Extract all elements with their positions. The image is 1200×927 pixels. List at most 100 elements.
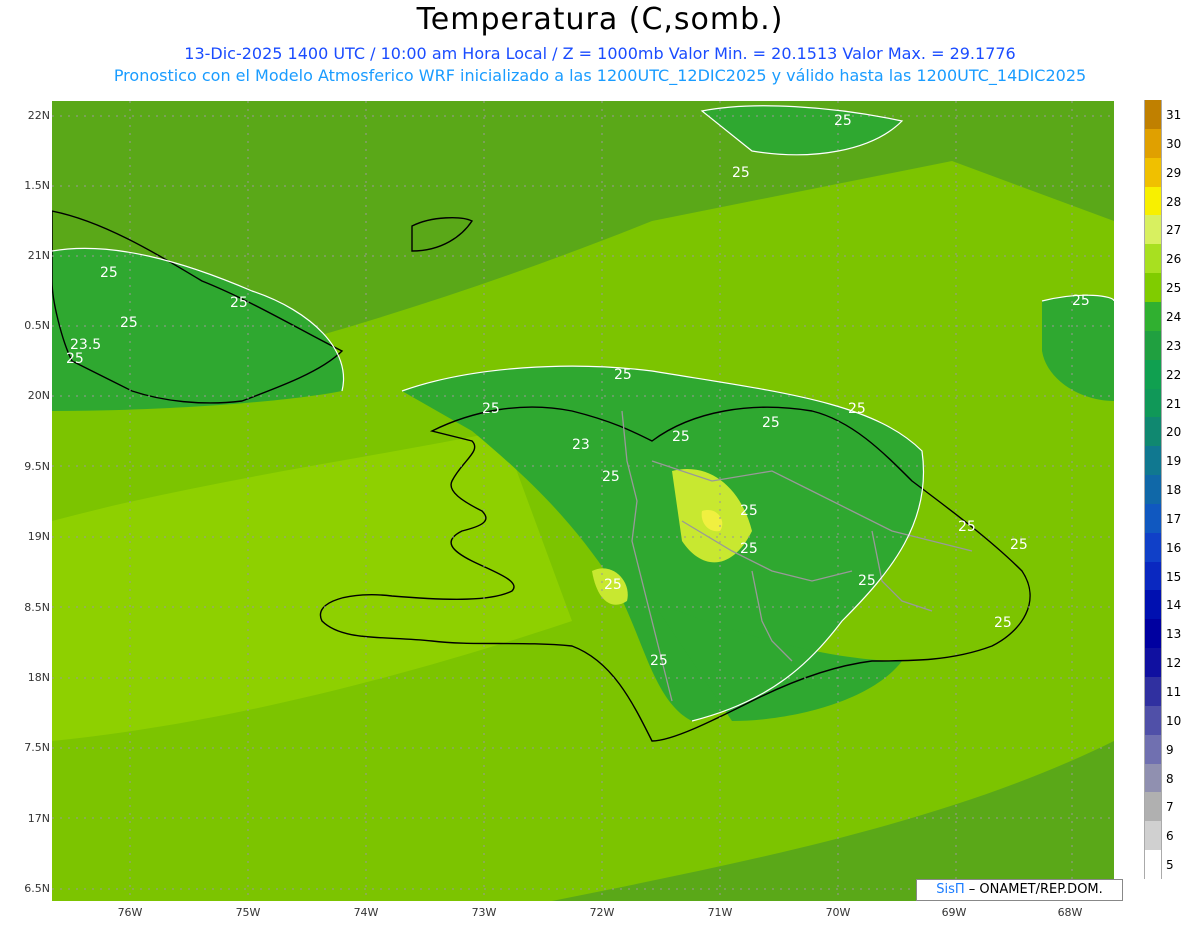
colorbar-label: 27	[1166, 223, 1182, 238]
colorbar-label: 13	[1166, 627, 1182, 642]
contour-label: 25	[740, 541, 758, 557]
colorbar-label: 25	[1166, 281, 1182, 296]
colorbar-swatch	[1144, 157, 1162, 188]
sispi-logo-text: SisΠ	[936, 882, 965, 897]
lat-label: 21N	[27, 249, 50, 262]
contour-label: 25	[120, 315, 138, 331]
lat-label: 19N	[27, 530, 50, 543]
lat-label: 8.5N	[24, 601, 50, 614]
lon-label: 70W	[825, 906, 851, 919]
contour-label: 23.5	[70, 337, 101, 353]
contour-label: 25	[482, 401, 500, 417]
colorbar-swatch	[1144, 677, 1162, 707]
contour-label: 25	[958, 519, 976, 535]
lat-label: 17N	[27, 812, 50, 825]
colorbar-label: 20	[1166, 425, 1182, 440]
lon-label: 68W	[1057, 906, 1083, 919]
colorbar-swatch	[1144, 128, 1162, 159]
colorbar-swatch	[1144, 475, 1162, 505]
map-title: Temperatura (C,somb.)	[416, 2, 784, 37]
contour-label: 23	[572, 437, 590, 453]
colorbar-swatch	[1144, 446, 1162, 476]
colorbar-label: 6	[1166, 829, 1174, 844]
colorbar-swatch	[1144, 850, 1162, 880]
colorbar-label: 15	[1166, 569, 1182, 584]
colorbar-swatch	[1144, 388, 1162, 418]
colorbar-swatch	[1144, 186, 1162, 216]
contour-label: 25	[100, 265, 118, 281]
colorbar-label: 24	[1166, 309, 1182, 324]
contour-label: 25	[602, 469, 620, 485]
colorbar-swatch	[1144, 503, 1162, 534]
contour-label: 25	[848, 401, 866, 417]
colorbar-label: 30	[1166, 136, 1182, 151]
colorbar-label: 14	[1166, 598, 1182, 613]
valid-time-line: 13-Dic-2025 1400 UTC / 10:00 am Hora Loc…	[184, 44, 1016, 63]
colorbar-label: 18	[1166, 483, 1182, 498]
contour-label: 25	[230, 295, 248, 311]
colorbar-label: 5	[1166, 858, 1174, 873]
colorbar-label: 29	[1166, 165, 1182, 180]
lon-label: 75W	[235, 906, 261, 919]
colorbar-label: 31	[1166, 108, 1182, 122]
colorbar-label: 7	[1166, 800, 1174, 815]
colorbar-label: 12	[1166, 656, 1182, 671]
colorbar-label: 10	[1166, 713, 1182, 728]
colorbar-label: 8	[1166, 771, 1174, 786]
model-info-line: Pronostico con el Modelo Atmosferico WRF…	[113, 66, 1087, 85]
lat-label: 9.5N	[24, 460, 50, 473]
lat-label: 6.5N	[24, 882, 50, 895]
colorbar-label: 22	[1166, 367, 1182, 382]
colorbar-swatch	[1144, 792, 1162, 822]
lon-label: 74W	[353, 906, 379, 919]
lat-label: 20N	[27, 389, 50, 402]
contour-label: 25	[994, 615, 1012, 631]
colorbar-swatch	[1144, 417, 1162, 447]
contour-label: 25	[740, 503, 758, 519]
colorbar-swatch	[1144, 359, 1162, 389]
colorbar-label: 19	[1166, 454, 1182, 469]
lon-label: 73W	[471, 906, 497, 919]
contour-label: 25	[1010, 537, 1028, 553]
lon-label: 76W	[117, 906, 143, 919]
lon-label: 69W	[941, 906, 967, 919]
lat-label: 7.5N	[24, 741, 50, 754]
colorbar-label: 17	[1166, 511, 1182, 526]
colorbar-swatch	[1144, 648, 1162, 678]
contour-label: 25	[1072, 293, 1090, 309]
colorbar-swatch	[1144, 301, 1162, 332]
colorbar-swatch	[1144, 215, 1162, 245]
contour-label: 25	[604, 577, 622, 593]
colorbar-label: 16	[1166, 540, 1182, 555]
lat-label: 0.5N	[24, 319, 50, 332]
colorbar-swatch	[1144, 734, 1162, 765]
colorbar-label: 11	[1166, 685, 1182, 699]
lon-label: 72W	[589, 906, 615, 919]
contour-label: 25	[858, 573, 876, 589]
colorbar-label: 9	[1166, 742, 1174, 757]
colorbar-swatch	[1144, 619, 1162, 649]
contour-label: 25	[66, 351, 84, 367]
lat-label: 1.5N	[24, 179, 50, 192]
contour-label: 25	[834, 113, 852, 129]
contour-label: 25	[650, 653, 668, 669]
colorbar-swatch	[1144, 561, 1162, 591]
contour-label: 25	[672, 429, 690, 445]
contour-label: 25	[732, 165, 750, 181]
colorbar-swatch	[1144, 244, 1162, 274]
colorbar-swatch	[1144, 330, 1162, 361]
credit-text: – ONAMET/REP.DOM.	[964, 882, 1103, 897]
colorbar-swatch	[1144, 532, 1162, 563]
colorbar-swatch	[1144, 821, 1162, 851]
colorbar-label: 23	[1166, 338, 1182, 353]
lon-label: 71W	[707, 906, 733, 919]
lat-label: 22N	[27, 109, 50, 122]
colorbar-swatch	[1144, 590, 1162, 620]
colorbar-swatch	[1144, 763, 1162, 793]
colorbar-label: 26	[1166, 252, 1182, 267]
contour-label: 25	[614, 367, 632, 383]
temperature-map: 25 25 25 25 23.5 25 25 25 23 25 25 25 25…	[52, 101, 1114, 901]
credit-box: SisΠ – ONAMET/REP.DOM.	[916, 879, 1123, 901]
colorbar-swatch	[1144, 273, 1162, 303]
colorbar-swatch	[1144, 100, 1162, 130]
